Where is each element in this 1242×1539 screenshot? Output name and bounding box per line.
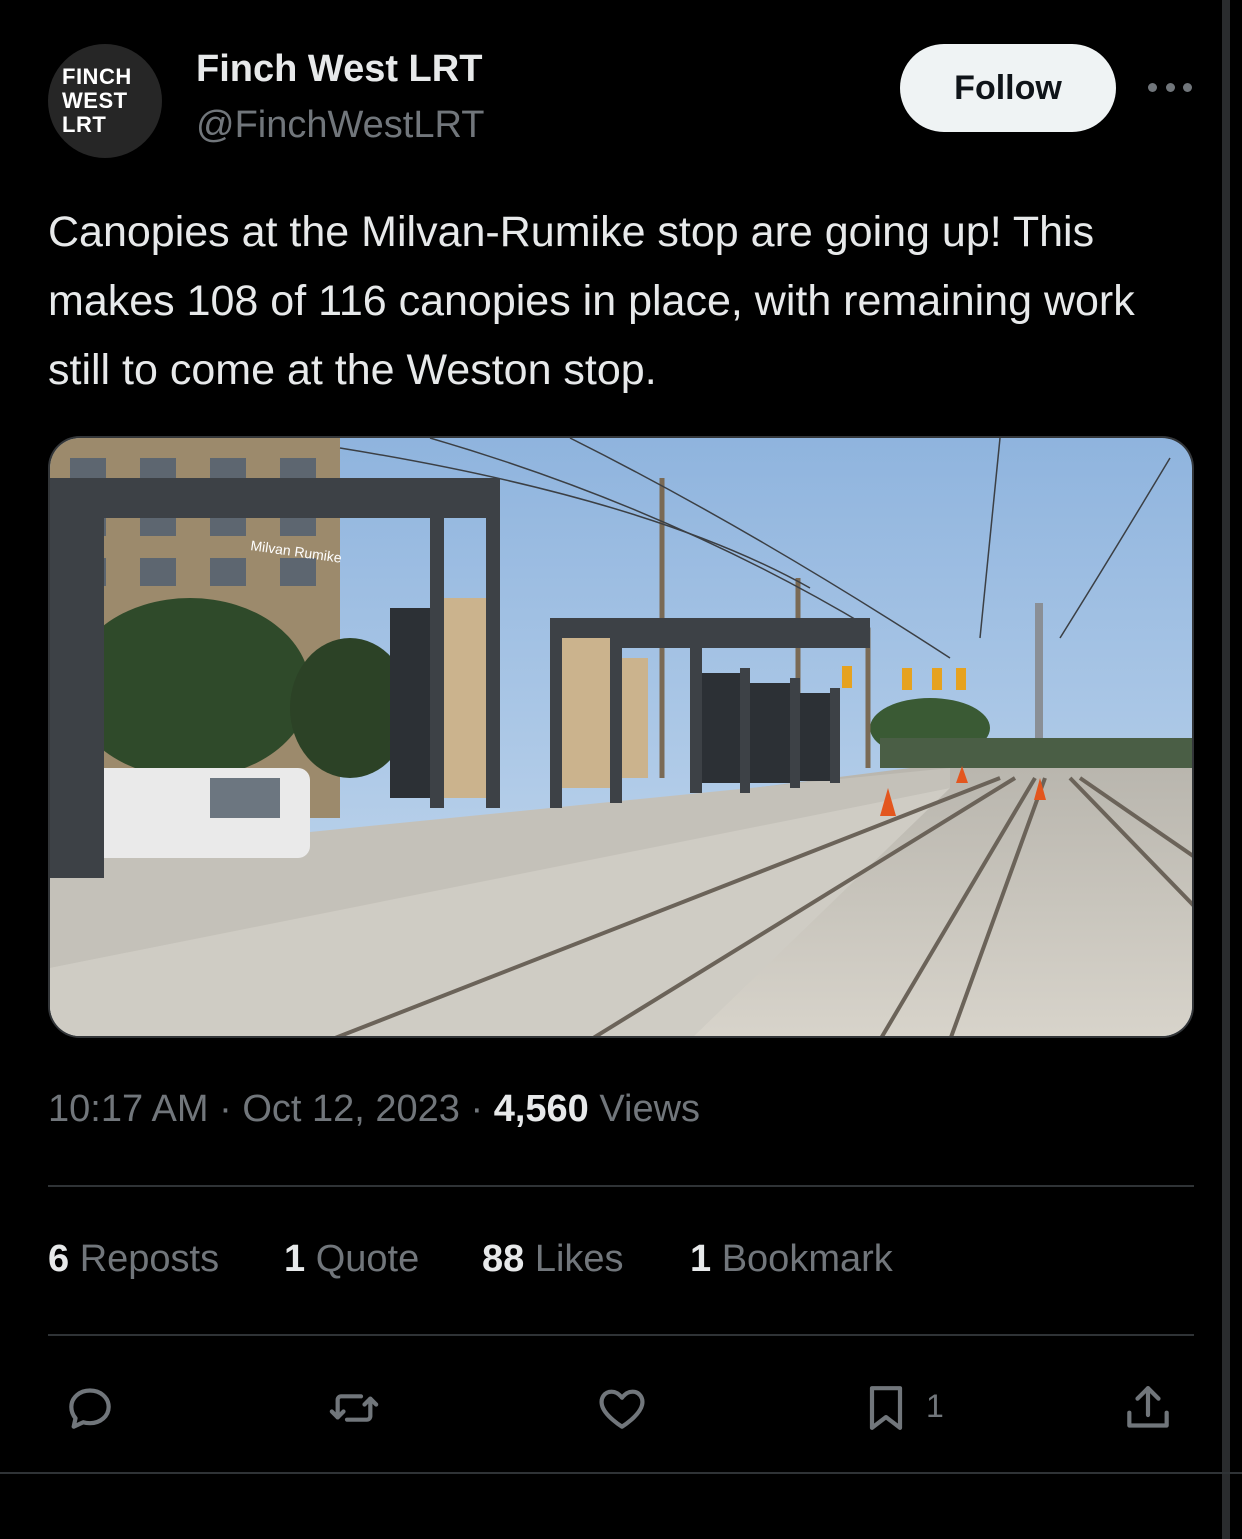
avatar-text-line-2: WEST (62, 88, 128, 113)
likes-label: Likes (534, 1238, 624, 1280)
bookmark-button[interactable] (858, 1378, 918, 1438)
avatar-text-line-1: FINCH (62, 64, 132, 89)
tweet-time[interactable]: 10:17 AM (48, 1088, 209, 1130)
repost-icon (329, 1394, 379, 1422)
meta-separator: · (219, 1088, 243, 1130)
quotes-label: Quote (315, 1238, 420, 1280)
divider (0, 1472, 1242, 1474)
divider (48, 1185, 1194, 1187)
likes-count: 88 (482, 1238, 525, 1280)
repost-button[interactable] (326, 1378, 386, 1438)
reposts-label: Reposts (79, 1238, 220, 1280)
reply-icon (69, 1388, 111, 1429)
reply-button[interactable] (62, 1378, 122, 1438)
views-count: 4,560 (493, 1088, 589, 1130)
lrt-construction-photo: Milvan Rumike (50, 438, 1192, 1036)
tweet-meta: 10:17 AM · Oct 12, 2023 · 4,560 Views (48, 1088, 700, 1131)
tweet-date[interactable]: Oct 12, 2023 (242, 1088, 460, 1130)
divider (48, 1334, 1194, 1336)
reposts-stat[interactable]: 6 Reposts (48, 1238, 219, 1281)
reposts-count: 6 (48, 1238, 70, 1280)
avatar-text-line-3: LRT (62, 112, 107, 137)
follow-button[interactable]: Follow (900, 44, 1116, 132)
author-handle[interactable]: @FinchWestLRT (196, 104, 484, 147)
tweet-text: Canopies at the Milvan-Rumike stop are g… (48, 208, 1135, 394)
bookmarks-label: Bookmark (721, 1238, 893, 1280)
scrollbar-edge (1222, 0, 1230, 1539)
like-button[interactable] (594, 1378, 654, 1438)
bookmark-icon (869, 1386, 903, 1430)
meta-separator: · (470, 1088, 494, 1130)
like-icon (599, 1389, 645, 1429)
views-label: Views (599, 1088, 701, 1130)
avatar[interactable]: FINCH WEST LRT (48, 44, 162, 158)
share-button[interactable] (1120, 1378, 1180, 1438)
tweet-photo[interactable]: Milvan Rumike (48, 436, 1194, 1038)
quotes-count: 1 (284, 1238, 306, 1280)
bookmarks-stat[interactable]: 1 Bookmark (690, 1238, 893, 1281)
more-options-icon[interactable] (1148, 74, 1192, 100)
bookmark-count: 1 (926, 1388, 944, 1424)
share-icon (1127, 1386, 1169, 1428)
author-display-name[interactable]: Finch West LRT (196, 48, 482, 91)
likes-stat[interactable]: 88 Likes (482, 1238, 624, 1281)
bookmarks-count: 1 (690, 1238, 712, 1280)
quotes-stat[interactable]: 1 Quote (284, 1238, 419, 1281)
